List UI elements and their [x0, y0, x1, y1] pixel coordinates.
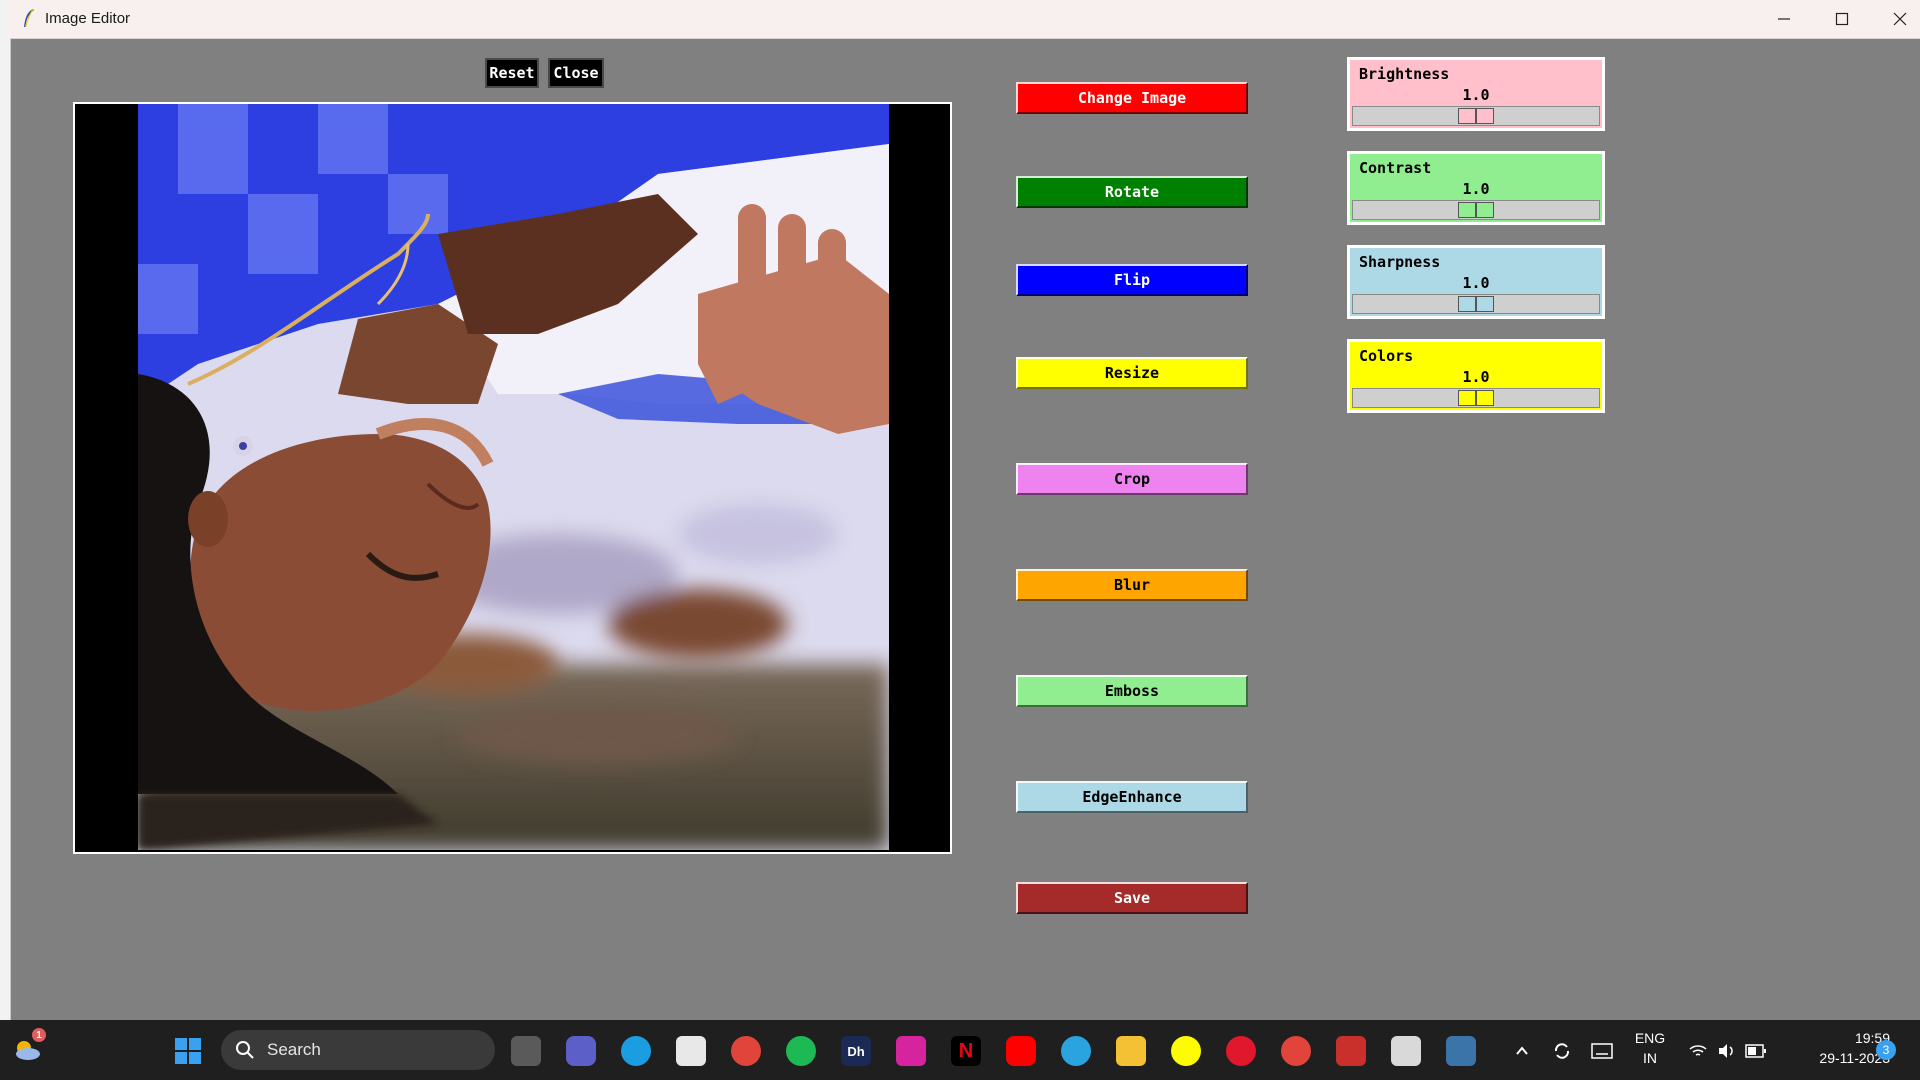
- spotify-icon[interactable]: [786, 1036, 816, 1066]
- sync-icon[interactable]: [1547, 1036, 1577, 1066]
- minimize-icon: [1778, 18, 1790, 20]
- search-placeholder: Search: [267, 1040, 321, 1059]
- sharpness-slider-thumb[interactable]: [1458, 296, 1494, 312]
- contrast-slider[interactable]: [1352, 200, 1600, 220]
- battery-icon[interactable]: [1741, 1036, 1771, 1066]
- search-icon: [236, 1041, 254, 1059]
- contrast-panel: Contrast 1.0: [1347, 151, 1605, 225]
- python-app-icon[interactable]: [1446, 1036, 1476, 1066]
- region-label[interactable]: IN: [1627, 1050, 1673, 1066]
- clock-date[interactable]: 29-11-2023: [1780, 1050, 1890, 1066]
- sharpness-label: Sharpness: [1359, 253, 1441, 271]
- brightness-value: 1.0: [1462, 86, 1490, 104]
- flip-button[interactable]: Flip: [1016, 264, 1248, 296]
- contrast-label: Contrast: [1359, 159, 1432, 177]
- wps-office-icon[interactable]: [1336, 1036, 1366, 1066]
- meet-icon[interactable]: [566, 1036, 596, 1066]
- notification-badge[interactable]: 3: [1876, 1040, 1896, 1060]
- python-file-icon[interactable]: [1391, 1036, 1421, 1066]
- save-button[interactable]: Save: [1016, 882, 1248, 914]
- image-canvas[interactable]: [73, 102, 952, 854]
- sharpness-panel: Sharpness 1.0: [1347, 245, 1605, 319]
- sharpness-value: 1.0: [1462, 274, 1490, 292]
- close-window-button[interactable]: [1871, 0, 1920, 38]
- language-label[interactable]: ENG: [1627, 1030, 1673, 1046]
- background-window-strip: [0, 0, 11, 1020]
- taskbar: 1 Search Dh N ENG IN 19:59 29-11-2023 3: [0, 1020, 1920, 1080]
- brightness-slider[interactable]: [1352, 106, 1600, 126]
- file-explorer-icon[interactable]: [1116, 1036, 1146, 1066]
- emboss-button[interactable]: Emboss: [1016, 675, 1248, 707]
- chrome-icon[interactable]: [731, 1036, 761, 1066]
- volume-icon[interactable]: [1712, 1036, 1742, 1066]
- feather-icon: [24, 8, 34, 28]
- taskbar-search[interactable]: Search: [221, 1030, 495, 1070]
- clock-time[interactable]: 19:59: [1780, 1030, 1890, 1046]
- colors-label: Colors: [1359, 347, 1414, 365]
- wifi-icon[interactable]: [1683, 1036, 1713, 1066]
- task-view-icon[interactable]: [511, 1036, 541, 1066]
- maximize-button[interactable]: [1813, 0, 1871, 38]
- weather-widget[interactable]: 1: [12, 1028, 46, 1064]
- youtube-icon[interactable]: [1006, 1036, 1036, 1066]
- dh-icon[interactable]: Dh: [841, 1036, 871, 1066]
- edge-enhance-button[interactable]: EdgeEnhance: [1016, 781, 1248, 813]
- store-icon[interactable]: [676, 1036, 706, 1066]
- photo-illustration: [138, 104, 889, 850]
- colors-slider[interactable]: [1352, 388, 1600, 408]
- snapchat-icon[interactable]: [1171, 1036, 1201, 1066]
- rotate-button[interactable]: Rotate: [1016, 176, 1248, 208]
- close-icon: [1893, 12, 1907, 26]
- sharpness-slider[interactable]: [1352, 294, 1600, 314]
- crop-button[interactable]: Crop: [1016, 463, 1248, 495]
- opera-icon[interactable]: [1226, 1036, 1256, 1066]
- blur-button[interactable]: Blur: [1016, 569, 1248, 601]
- edge-icon[interactable]: [621, 1036, 651, 1066]
- weather-badge: 1: [32, 1028, 46, 1042]
- chrome-profile-icon[interactable]: [1281, 1036, 1311, 1066]
- netflix-icon[interactable]: N: [951, 1036, 981, 1066]
- start-button[interactable]: [173, 1036, 203, 1066]
- windows-start-icon: [175, 1038, 201, 1064]
- brightness-panel: Brightness 1.0: [1347, 57, 1605, 131]
- window-title: Image Editor: [45, 10, 131, 27]
- contrast-value: 1.0: [1462, 180, 1490, 198]
- colors-value: 1.0: [1462, 368, 1490, 386]
- maximize-icon: [1835, 12, 1849, 26]
- change-image-button[interactable]: Change Image: [1016, 82, 1248, 114]
- colors-slider-thumb[interactable]: [1458, 390, 1494, 406]
- contrast-slider-thumb[interactable]: [1458, 202, 1494, 218]
- close-button[interactable]: Close: [548, 58, 604, 88]
- minimize-button[interactable]: [1755, 0, 1813, 38]
- brightness-label: Brightness: [1359, 65, 1450, 83]
- resize-button[interactable]: Resize: [1016, 357, 1248, 389]
- telegram-icon[interactable]: [1061, 1036, 1091, 1066]
- title-bar: Image Editor: [10, 0, 1920, 39]
- keyboard-icon[interactable]: [1587, 1036, 1617, 1066]
- instagram-icon[interactable]: [896, 1036, 926, 1066]
- colors-panel: Colors 1.0: [1347, 339, 1605, 413]
- edited-photo: [138, 104, 889, 850]
- brightness-slider-thumb[interactable]: [1458, 108, 1494, 124]
- chevron-up-icon[interactable]: [1507, 1036, 1537, 1066]
- reset-button[interactable]: Reset: [485, 58, 539, 88]
